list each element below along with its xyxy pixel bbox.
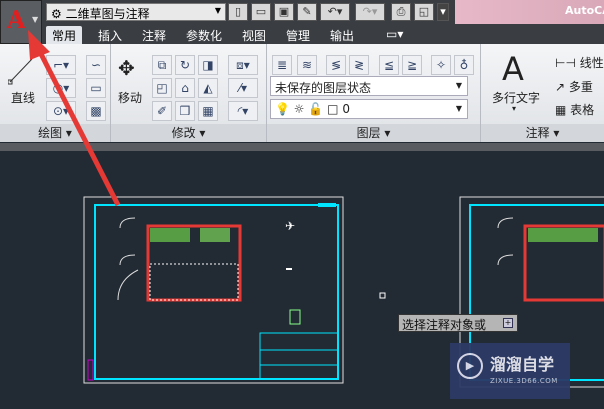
play-logo-icon: ▶ (457, 353, 483, 379)
command-tooltip: 选择注释对象或 + (398, 314, 518, 332)
watermark: ▶ 溜溜自学 ZIXUE.3D66.COM (450, 343, 570, 399)
watermark-title: 溜溜自学 (490, 355, 555, 374)
svg-text:✈: ✈ (285, 219, 295, 233)
title-block (259, 332, 339, 380)
drawing-sheet-1: ✈ (83, 196, 386, 384)
expand-icon[interactable]: + (503, 318, 513, 328)
tooltip-text: 选择注释对象或 (402, 318, 487, 332)
watermark-url: ZIXUE.3D66.COM (490, 377, 558, 385)
red-arrow-annotation (28, 30, 121, 207)
